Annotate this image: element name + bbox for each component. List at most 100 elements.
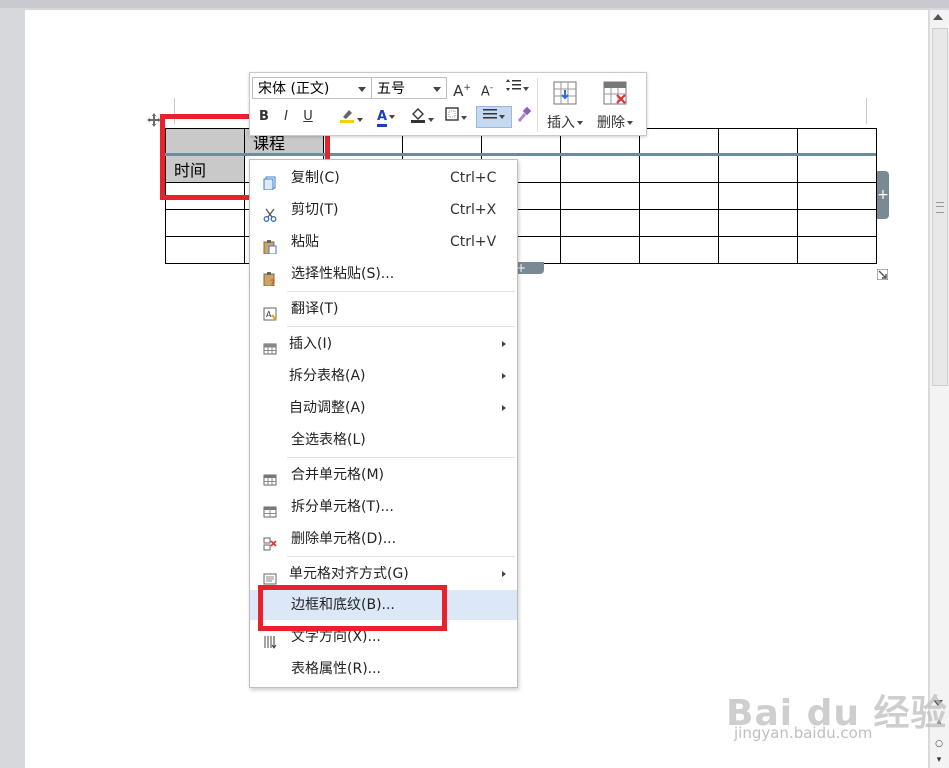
font-color-button[interactable]: A [372, 107, 400, 127]
submenu-arrow-icon [502, 373, 506, 379]
highlighter-icon [340, 110, 354, 123]
paint-bucket-icon [411, 108, 425, 123]
table-cell[interactable] [165, 236, 245, 264]
highlight-box-borders-shading [258, 585, 447, 631]
align-button[interactable] [476, 106, 512, 128]
table-cell[interactable] [639, 182, 719, 210]
toolbar-separator [537, 78, 538, 132]
borders-button[interactable] [442, 107, 470, 128]
table-cell[interactable] [718, 128, 798, 156]
table-cell[interactable] [560, 155, 640, 183]
border-icon [445, 107, 459, 121]
menu-item-translate[interactable]: A 翻译(T) [250, 294, 517, 324]
menu-item-paste[interactable]: 粘贴 Ctrl+V [250, 227, 517, 257]
table-cell[interactable] [718, 155, 798, 183]
grow-font-button[interactable]: A+ [453, 78, 471, 101]
table-cell[interactable] [560, 182, 640, 210]
delete-table-icon [603, 81, 627, 105]
table-cell[interactable] [639, 236, 719, 264]
table-cell[interactable] [797, 128, 877, 156]
grow-font-icon: A [453, 82, 464, 100]
insert-table-icon [263, 337, 277, 355]
shrink-font-icon: A [480, 84, 490, 100]
submenu-arrow-icon [502, 341, 506, 347]
svg-text:?: ? [270, 279, 275, 286]
table-cell[interactable] [639, 128, 719, 156]
translate-icon: A [263, 302, 277, 321]
watermark-url: jingyan.baidu.com [734, 724, 873, 742]
table-cell[interactable] [718, 182, 798, 210]
paste-special-icon: ? [263, 267, 277, 289]
add-column-button[interactable]: + [877, 171, 889, 219]
insert-label: 插入 [543, 112, 587, 132]
submenu-arrow-icon [502, 405, 506, 411]
scissors-icon [263, 203, 277, 222]
paste-icon [263, 235, 277, 255]
table-cell[interactable] [718, 236, 798, 264]
font-name-value: 宋体 (正文) [258, 81, 330, 97]
next-page-icon[interactable]: ▾ [932, 754, 946, 766]
menu-item-copy[interactable]: 复制(C) Ctrl+C [250, 163, 517, 193]
menu-separator [287, 556, 515, 557]
menu-item-table-properties[interactable]: 表格属性(R)... [250, 654, 517, 684]
shrink-font-button[interactable]: A- [478, 78, 496, 102]
browse-object-icon[interactable]: ○ [932, 738, 946, 750]
table-cell[interactable] [560, 209, 640, 237]
italic-icon: I [284, 109, 288, 124]
delete-button[interactable]: 删除 [593, 79, 637, 131]
table-cell[interactable] [797, 155, 877, 183]
italic-button[interactable]: I [278, 107, 294, 127]
menu-item-autofit[interactable]: 自动调整(A) [250, 393, 517, 423]
align-justify-icon [483, 109, 497, 119]
menu-item-delete-cells[interactable]: 删除单元格(D)... [250, 524, 517, 554]
font-color-icon: A [376, 110, 388, 127]
underline-icon: U [303, 109, 313, 124]
page-margin-corner-right [866, 98, 867, 124]
line-spacing-button[interactable] [502, 78, 532, 99]
font-name-dropdown[interactable]: 宋体 (正文) [252, 77, 372, 99]
submenu-arrow-icon [502, 571, 506, 577]
menu-separator [287, 326, 515, 327]
insert-button[interactable]: 插入 [543, 79, 587, 131]
delete-cells-icon [263, 532, 277, 551]
merge-cells-icon [263, 468, 277, 486]
shading-button[interactable] [408, 107, 436, 130]
underline-button[interactable]: U [300, 107, 316, 127]
bold-button[interactable]: B [256, 107, 272, 127]
menu-item-insert[interactable]: 插入(I) [250, 329, 517, 359]
table-cell[interactable] [639, 209, 719, 237]
window-top-border [0, 0, 949, 8]
menu-item-paste-special[interactable]: ? 选择性粘贴(S)... [250, 259, 517, 289]
delete-label: 删除 [593, 112, 637, 132]
font-size-dropdown[interactable]: 五号 [371, 77, 447, 99]
mini-toolbar: 宋体 (正文) 五号 A+ A- B I U A 插入 删除 [249, 72, 647, 136]
menu-item-merge-cells[interactable]: 合并单元格(M) [250, 460, 517, 490]
table-cell[interactable] [639, 155, 719, 183]
table-resize-handle-icon[interactable] [876, 265, 889, 281]
menu-separator [287, 457, 515, 458]
menu-separator [287, 291, 515, 292]
table-cell[interactable] [797, 236, 877, 264]
table-cell[interactable] [560, 236, 640, 264]
menu-item-split-cells[interactable]: 拆分单元格(T)... [250, 492, 517, 522]
menu-item-cut[interactable]: 剪切(T) Ctrl+X [250, 195, 517, 225]
table-cell[interactable] [165, 209, 245, 237]
bold-icon: B [259, 109, 269, 124]
chevron-down-icon [433, 87, 441, 92]
format-painter-icon [518, 106, 532, 122]
text-direction-icon [263, 630, 277, 649]
menu-item-split-table[interactable]: 拆分表格(A) [250, 361, 517, 391]
table-cell[interactable] [797, 182, 877, 210]
scroll-up-arrow-icon[interactable] [933, 14, 943, 20]
table-cell[interactable] [718, 209, 798, 237]
scrollbar-grip-icon [936, 202, 944, 213]
table-cell[interactable] [797, 209, 877, 237]
highlight-color-button[interactable] [336, 107, 366, 130]
menu-item-select-table[interactable]: 全选表格(L) [250, 425, 517, 455]
split-cells-icon [263, 500, 277, 518]
copy-icon [263, 171, 277, 191]
chevron-down-icon [358, 87, 366, 92]
format-painter-button[interactable] [514, 106, 532, 130]
cell-align-icon [263, 567, 277, 585]
svg-text:A: A [266, 310, 272, 319]
